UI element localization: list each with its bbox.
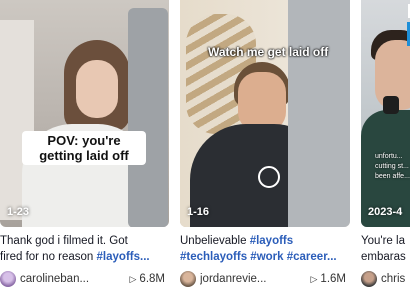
video-meta: chris: [361, 270, 410, 288]
video-meta: jordanrevie... ▷ 1.6M: [180, 270, 350, 288]
view-count-value: 6.8M: [139, 273, 165, 285]
view-count: ▷ 6.8M: [130, 273, 170, 285]
video-caption[interactable]: You're la embaras: [361, 233, 410, 265]
avatar[interactable]: [180, 271, 196, 287]
caption-line: embaras: [361, 251, 406, 263]
video-card[interactable]: Watch me get laid off 1-16 Unbelievable …: [180, 0, 350, 288]
view-count: ▷ 1.6M: [311, 273, 351, 285]
hoodie-logo: [258, 166, 280, 188]
monitor: [288, 0, 350, 227]
video-thumbnail[interactable]: POV: you're getting laid off 1-23: [0, 0, 169, 227]
view-count-value: 1.6M: [320, 273, 346, 285]
username-link[interactable]: carolineban...: [20, 273, 114, 285]
smartwatch: [383, 96, 399, 114]
hashtag-link[interactable]: #layoffs...: [97, 251, 150, 263]
person-face: [76, 60, 118, 118]
hashtag-link[interactable]: #techlayoffs #work #career...: [180, 249, 350, 265]
caption-line: You're la: [361, 235, 405, 247]
hashtag-link[interactable]: #layoffs: [250, 235, 293, 247]
video-caption[interactable]: Unbelievable #layoffs #techlayoffs #work…: [180, 233, 350, 265]
laptop-screen: [128, 8, 168, 227]
caption-line: Thank god i filmed it. Got: [0, 235, 128, 247]
avatar[interactable]: [361, 271, 377, 287]
video-feed: POV: you're getting laid off 1-23 Thank …: [0, 0, 410, 290]
video-thumbnail[interactable]: Watch me get laid off 1-16: [180, 0, 350, 227]
person-face: [238, 72, 286, 132]
video-overlay-text: unfortu... cutting st... been affe...: [375, 153, 410, 180]
video-thumbnail[interactable]: P unfortu... cutting st... been affe... …: [361, 0, 410, 227]
video-date: 1-16: [187, 206, 210, 218]
video-overlay-text: POV: you're getting laid off: [22, 131, 146, 165]
play-icon: ▷: [310, 273, 318, 284]
caption-text: fired for no reason: [0, 251, 97, 263]
avatar[interactable]: [0, 271, 16, 287]
caption-line: fired for no reason #layoffs...: [0, 249, 169, 265]
caption-line: Unbelievable #layoffs: [180, 233, 350, 249]
video-caption[interactable]: Thank god i filmed it. Got fired for no …: [0, 233, 169, 265]
caption-text: Unbelievable: [180, 235, 250, 247]
video-meta: carolineban... ▷ 6.8M: [0, 270, 169, 288]
video-card[interactable]: POV: you're getting laid off 1-23 Thank …: [0, 0, 169, 288]
play-icon: ▷: [129, 273, 137, 284]
username-link[interactable]: chris: [381, 273, 405, 285]
video-date: 2023-4: [368, 206, 403, 218]
video-card[interactable]: P unfortu... cutting st... been affe... …: [361, 0, 410, 288]
video-overlay-text: Watch me get laid off: [208, 45, 329, 59]
username-link[interactable]: jordanrevie...: [200, 273, 288, 285]
video-date: 1-23: [7, 206, 30, 218]
